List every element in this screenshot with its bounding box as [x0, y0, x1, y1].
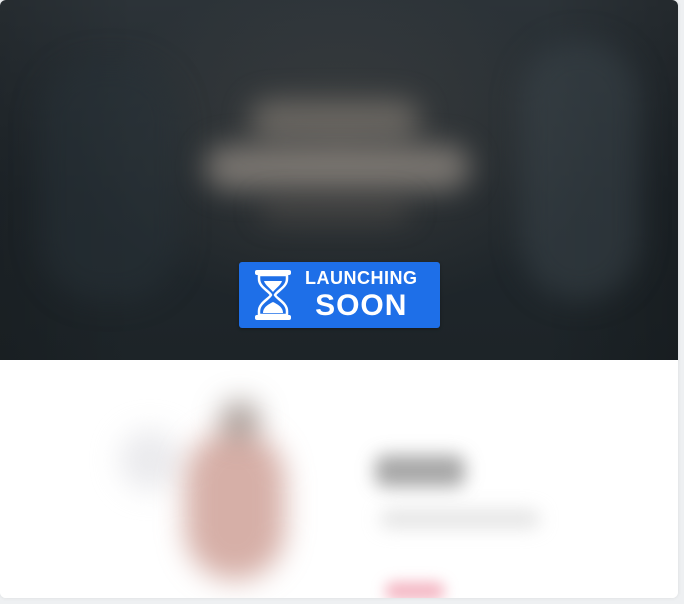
blurred-person-image — [185, 430, 285, 580]
badge-label-launching: LAUNCHING — [305, 268, 418, 288]
badge-text: LAUNCHING SOON — [305, 269, 418, 321]
blurred-button — [385, 582, 445, 598]
blurred-headline — [205, 145, 470, 190]
blurred-shape — [520, 40, 640, 300]
blurred-headline — [250, 100, 420, 140]
blurred-heading — [375, 455, 465, 487]
badge-label-soon: SOON — [315, 289, 408, 322]
blurred-person-image — [220, 400, 260, 440]
blurred-image-background — [120, 430, 180, 490]
blurred-shape — [40, 60, 180, 300]
preview-card: LAUNCHING SOON — [0, 0, 678, 598]
blurred-text — [380, 510, 540, 528]
lower-section-blurred — [0, 360, 678, 598]
hourglass-icon — [251, 269, 295, 321]
launching-soon-badge: LAUNCHING SOON — [239, 262, 440, 328]
blurred-subtitle — [260, 200, 410, 220]
